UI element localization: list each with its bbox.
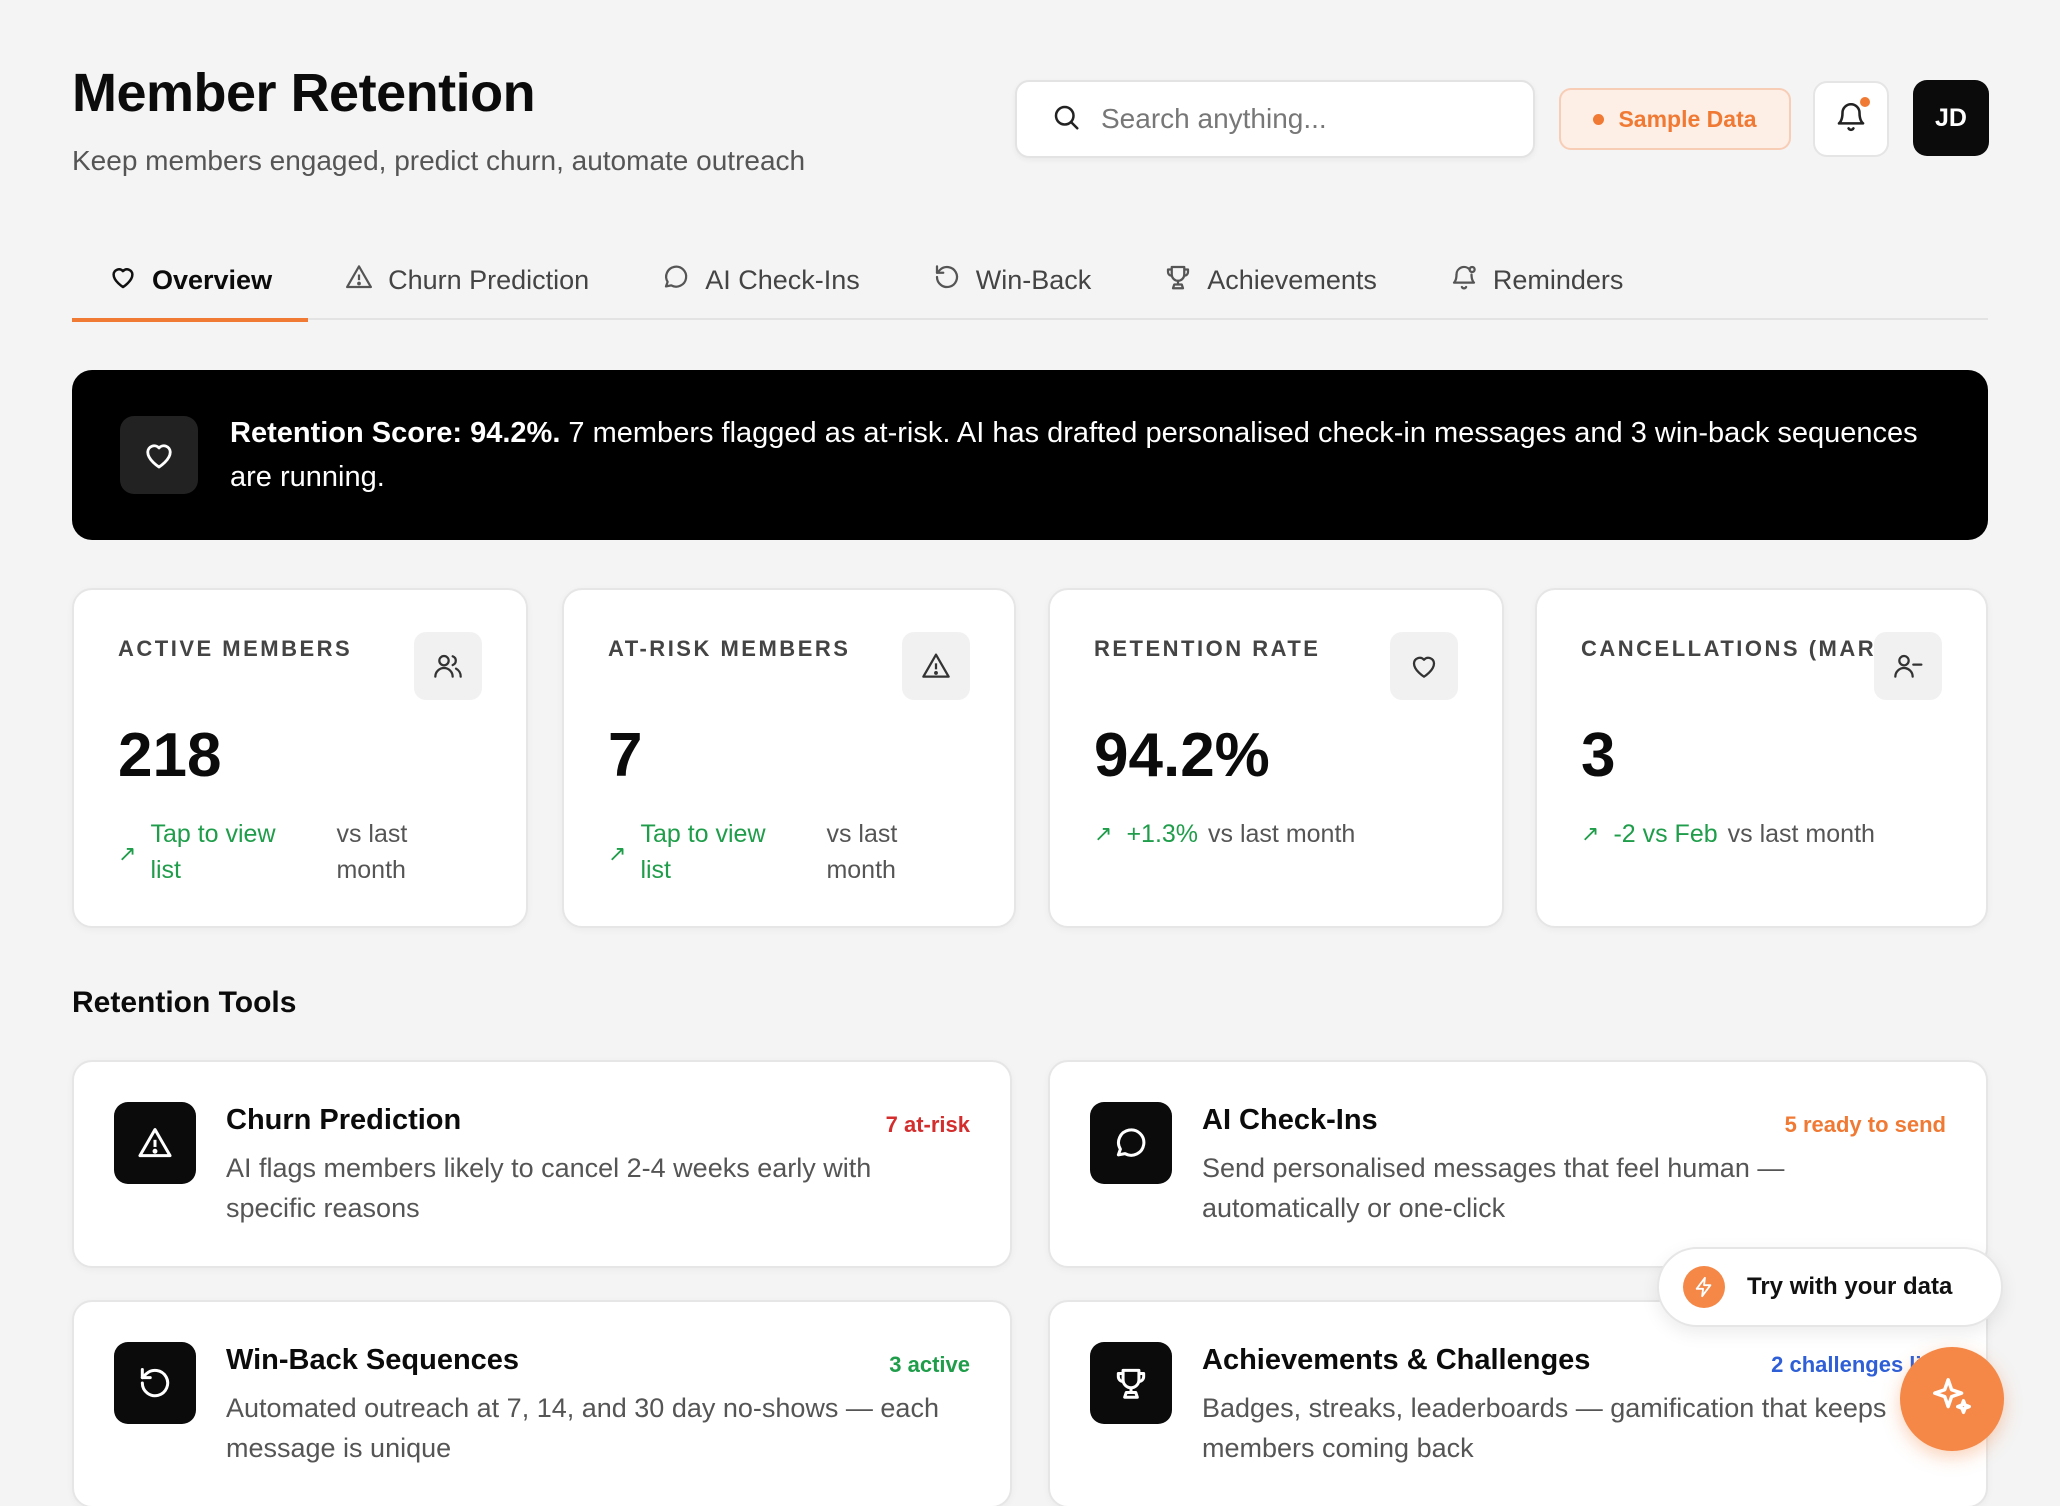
view-list-link[interactable]: Tap to view list — [150, 816, 300, 888]
page-subtitle: Keep members engaged, predict churn, aut… — [72, 145, 806, 176]
bell-ring-icon — [1449, 262, 1479, 299]
trend-up-icon: ↗ — [1581, 821, 1600, 846]
search-box[interactable] — [1015, 80, 1535, 158]
stat-value: 7 — [608, 721, 643, 790]
warning-triangle-icon — [344, 262, 374, 299]
tab-label: Achievements — [1207, 264, 1377, 295]
stat-value: 94.2% — [1094, 721, 1270, 790]
page-title: Member Retention — [72, 63, 536, 123]
tool-description: AI flags members likely to cancel 2-4 we… — [226, 1153, 872, 1223]
tab-label: Overview — [152, 264, 273, 295]
tool-name: AI Check-Ins — [1202, 1104, 1378, 1136]
status-dot — [1593, 113, 1605, 125]
trend-value: +1.3% — [1126, 820, 1199, 848]
rotate-ccw-icon — [114, 1342, 196, 1424]
heart-icon — [108, 262, 138, 299]
notifications-button[interactable] — [1813, 81, 1889, 157]
tab-label: AI Check-Ins — [705, 264, 860, 295]
banner-message: Retention Score: 94.2%. 7 members flagge… — [230, 411, 1928, 499]
trophy-icon — [1163, 262, 1193, 299]
rotate-ccw-icon — [932, 262, 962, 299]
tab-achievements[interactable]: Achievements — [1127, 240, 1413, 320]
ai-assistant-fab[interactable] — [1900, 1347, 2004, 1451]
stat-value: 3 — [1581, 721, 1616, 790]
tab-churn-prediction[interactable]: Churn Prediction — [308, 240, 625, 320]
stat-label: ACTIVE MEMBERS — [118, 636, 353, 661]
users-icon — [414, 632, 482, 700]
tab-win-back[interactable]: Win-Back — [896, 240, 1128, 320]
stat-trend: ↗ +1.3% vs last month — [1094, 816, 1355, 852]
tab-bar: Overview Churn Prediction AI Check-Ins W… — [72, 240, 1988, 322]
tab-overview[interactable]: Overview — [72, 240, 309, 322]
try-label: Try with your data — [1747, 1273, 1953, 1300]
tab-reminders[interactable]: Reminders — [1413, 240, 1660, 320]
trend-up-icon: ↗ — [608, 841, 627, 866]
try-with-your-data-button[interactable]: Try with your data — [1657, 1247, 2003, 1327]
view-list-link[interactable]: Tap to view list — [640, 816, 790, 888]
stat-label: CANCELLATIONS (MAR) — [1581, 636, 1886, 661]
stat-trend: ↗ Tap to view list vs last month — [118, 816, 446, 888]
trend-compare: vs last month — [1208, 820, 1356, 848]
tool-name: Churn Prediction — [226, 1104, 462, 1136]
search-input[interactable] — [1101, 103, 1501, 135]
tool-status-badge: 7 at-risk — [885, 1112, 970, 1137]
trend-compare: vs last month — [826, 820, 898, 884]
retention-score-banner: Retention Score: 94.2%. 7 members flagge… — [72, 370, 1988, 540]
chat-bubble-icon — [1090, 1102, 1172, 1184]
trophy-icon — [1090, 1342, 1172, 1424]
banner-highlight: Retention Score: 94.2%. — [230, 417, 561, 449]
sparkle-icon — [1929, 1374, 1975, 1425]
sample-data-label: Sample Data — [1618, 105, 1757, 132]
tab-ai-check-ins[interactable]: AI Check-Ins — [625, 240, 896, 320]
trend-up-icon: ↗ — [1094, 821, 1113, 846]
tool-card-ai-check-ins[interactable]: AI Check-Ins 5 ready to send Send person… — [1048, 1060, 1988, 1268]
bolt-icon — [1683, 1266, 1725, 1308]
tool-name: Achievements & Challenges — [1202, 1344, 1591, 1376]
trend-compare: vs last month — [336, 820, 408, 884]
user-avatar[interactable]: JD — [1913, 80, 1989, 156]
stat-trend: ↗ Tap to view list vs last month — [608, 816, 936, 888]
stat-card-active-members[interactable]: ACTIVE MEMBERS 218 ↗ Tap to view list vs… — [72, 588, 528, 928]
tab-label: Reminders — [1492, 264, 1624, 295]
stat-trend: ↗ -2 vs Feb vs last month — [1581, 816, 1875, 852]
tab-label: Churn Prediction — [388, 264, 590, 295]
unread-indicator — [1860, 97, 1870, 107]
trend-value: -2 vs Feb — [1613, 820, 1718, 848]
tool-card-churn-prediction[interactable]: Churn Prediction 7 at-risk AI flags memb… — [72, 1060, 1012, 1268]
page: Member Retention Keep members engaged, p… — [72, 0, 1989, 1506]
stat-label: AT-RISK MEMBERS — [608, 636, 851, 661]
heart-icon — [1390, 632, 1458, 700]
stat-card-at-risk-members[interactable]: AT-RISK MEMBERS 7 ↗ Tap to view list vs … — [562, 588, 1016, 928]
warning-triangle-icon — [114, 1102, 196, 1184]
stat-label: RETENTION RATE — [1094, 636, 1321, 661]
stat-value: 218 — [118, 721, 222, 790]
page-header: Member Retention Keep members engaged, p… — [72, 0, 1989, 200]
stat-card-retention-rate[interactable]: RETENTION RATE 94.2% ↗ +1.3% vs last mon… — [1048, 588, 1504, 928]
user-minus-icon — [1874, 632, 1942, 700]
trend-compare: vs last month — [1727, 820, 1875, 848]
chat-bubble-icon — [661, 262, 691, 299]
tool-name: Win-Back Sequences — [226, 1344, 520, 1376]
tool-description: Automated outreach at 7, 14, and 30 day … — [226, 1393, 939, 1463]
tab-label: Win-Back — [975, 264, 1092, 295]
tool-card-win-back-sequences[interactable]: Win-Back Sequences 3 active Automated ou… — [72, 1300, 1012, 1506]
tool-description: Badges, streaks, leaderboards — gamifica… — [1202, 1393, 1887, 1463]
heart-icon — [120, 416, 198, 494]
search-icon — [1051, 102, 1081, 137]
warning-triangle-icon — [902, 632, 970, 700]
stat-card-cancellations[interactable]: CANCELLATIONS (MAR) 3 ↗ -2 vs Feb vs las… — [1535, 588, 1988, 928]
sample-data-badge[interactable]: Sample Data — [1559, 88, 1791, 150]
trend-up-icon: ↗ — [118, 841, 137, 866]
retention-tools-heading: Retention Tools — [72, 986, 297, 1019]
tool-card-achievements-challenges[interactable]: Achievements & Challenges 2 challenges l… — [1048, 1300, 1988, 1506]
tool-status-badge: 5 ready to send — [1784, 1112, 1946, 1137]
tool-status-badge: 3 active — [889, 1352, 970, 1377]
tool-description: Send personalised messages that feel hum… — [1202, 1153, 1785, 1223]
